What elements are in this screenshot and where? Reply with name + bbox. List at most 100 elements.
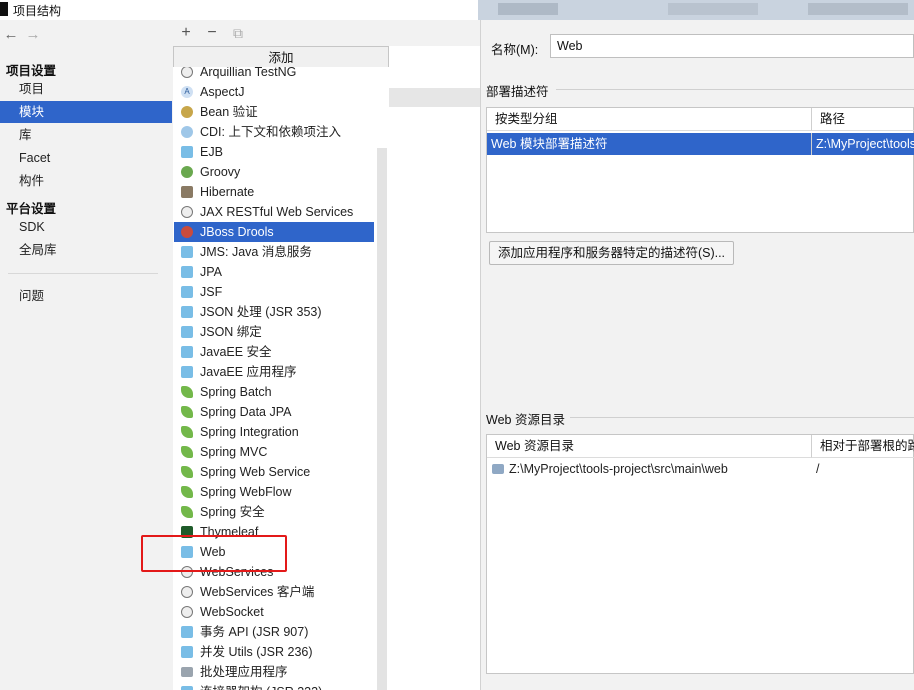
resource-row-dir[interactable]: Z:\MyProject\tools-project\src\main\web: [487, 458, 812, 480]
popup-item[interactable]: JSON 绑定: [174, 322, 374, 342]
popup-item[interactable]: 批处理应用程序: [174, 662, 374, 682]
cdi-icon: [181, 126, 193, 138]
popup-item-label: Spring 安全: [200, 505, 265, 519]
remove-icon[interactable]: −: [203, 24, 221, 42]
popup-item-label: JavaEE 应用程序: [200, 365, 297, 379]
section-project-settings: 项目设置: [6, 64, 57, 78]
popup-item-label: JSON 处理 (JSR 353): [200, 305, 322, 319]
add-icon[interactable]: +: [177, 24, 195, 42]
popup-item[interactable]: Hibernate: [174, 182, 374, 202]
bean-icon: [181, 106, 193, 118]
sidebar-item-modules[interactable]: 模块: [0, 101, 172, 123]
background-window: [478, 0, 914, 20]
popup-item[interactable]: JMS: Java 消息服务: [174, 242, 374, 262]
popup-item-label: 并发 Utils (JSR 236): [200, 645, 313, 659]
popup-item[interactable]: Spring Data JPA: [174, 402, 374, 422]
sidebar-item-problems[interactable]: 问题: [0, 285, 172, 307]
sidebar-item-artifacts[interactable]: 构件: [0, 170, 172, 192]
add-popup-list: Arquillian TestNG A AspectJ Bean 验证 CDI: 上下文…: [174, 62, 374, 690]
popup-item[interactable]: CDI: 上下文和依赖项注入: [174, 122, 374, 142]
forward-arrow-icon[interactable]: →: [22, 26, 44, 43]
popup-item[interactable]: WebSocket: [174, 602, 374, 622]
popup-item-label: CDI: 上下文和依赖项注入: [200, 125, 341, 139]
copy-icon[interactable]: ⧉: [229, 24, 247, 42]
popup-item[interactable]: Spring Batch: [174, 382, 374, 402]
spring-icon: [181, 486, 193, 498]
jpa-icon: [181, 266, 193, 278]
spring-icon: [181, 506, 193, 518]
spring-icon: [181, 386, 193, 398]
deploy-row-type[interactable]: Web 模块部署描述符: [487, 133, 812, 155]
popup-item[interactable]: EJB: [174, 142, 374, 162]
jsf-icon: [181, 286, 193, 298]
table-header-path[interactable]: 路径: [812, 108, 914, 131]
folder-icon: [492, 464, 504, 474]
popup-item[interactable]: 连接器架构 (JSR 322): [174, 682, 374, 690]
jms-icon: [181, 246, 193, 258]
popup-item[interactable]: Spring Integration: [174, 422, 374, 442]
spring-icon: [181, 426, 193, 438]
popup-item-label: 批处理应用程序: [200, 665, 288, 679]
resource-row-relative-path[interactable]: /: [812, 458, 914, 480]
spring-icon: [181, 406, 193, 418]
back-arrow-icon[interactable]: ←: [0, 26, 22, 43]
popup-item[interactable]: 并发 Utils (JSR 236): [174, 642, 374, 662]
popup-item[interactable]: Spring Web Service: [174, 462, 374, 482]
app-icon: [0, 2, 8, 16]
ejb-icon: [181, 146, 193, 158]
sidebar-item-libraries[interactable]: 库: [0, 124, 172, 146]
popup-item[interactable]: Spring 安全: [174, 502, 374, 522]
popup-item[interactable]: JAX RESTful Web Services: [174, 202, 374, 222]
popup-scrollbar[interactable]: [377, 148, 387, 690]
popup-item-label: 事务 API (JSR 907): [200, 625, 309, 639]
popup-item[interactable]: JBoss Drools: [174, 222, 374, 242]
popup-item[interactable]: Spring WebFlow: [174, 482, 374, 502]
spring-icon: [181, 466, 193, 478]
settings-sidebar: ← → 项目设置 项目 模块 库 Facet 构件 平台设置 SDK 全局库 问题: [0, 20, 174, 690]
popup-item-label: WebServices 客户端: [200, 585, 315, 599]
section-divider: [570, 417, 914, 418]
popup-item-label: JPA: [200, 265, 222, 279]
popup-item-label: JMS: Java 消息服务: [200, 245, 312, 259]
popup-item[interactable]: A AspectJ: [174, 82, 374, 102]
deploy-row-path[interactable]: Z:\MyProject\tools-project\src\main\web\…: [812, 133, 914, 155]
popup-item-label: Groovy: [200, 165, 241, 179]
globe-icon: [181, 606, 193, 618]
sidebar-item-facet[interactable]: Facet: [0, 147, 172, 169]
module-tree: [389, 46, 480, 690]
popup-item-label: AspectJ: [200, 85, 245, 99]
resource-dir-path: Z:\MyProject\tools-project\src\main\web: [509, 462, 728, 476]
popup-item-label: JBoss Drools: [200, 225, 274, 239]
popup-item[interactable]: JavaEE 安全: [174, 342, 374, 362]
json-icon: [181, 306, 193, 318]
javaee-icon: [181, 366, 193, 378]
nav-arrows: ← →: [0, 26, 44, 43]
sidebar-item-global-libraries[interactable]: 全局库: [0, 239, 172, 261]
popup-item[interactable]: JSON 处理 (JSR 353): [174, 302, 374, 322]
add-server-descriptor-button[interactable]: 添加应用程序和服务器特定的描述符(S)...: [489, 241, 734, 265]
javaee-icon: [181, 686, 193, 690]
module-name-input[interactable]: Web: [550, 34, 914, 58]
drools-icon: [181, 226, 193, 238]
groovy-icon: [181, 166, 193, 178]
popup-item[interactable]: 事务 API (JSR 907): [174, 622, 374, 642]
table-header-group-by-type[interactable]: 按类型分组: [487, 108, 812, 131]
table-header-web-resource-dir[interactable]: Web 资源目录: [487, 435, 812, 458]
popup-item[interactable]: JSF: [174, 282, 374, 302]
deploy-descriptor-section-title: 部署描述符: [486, 85, 549, 99]
aspectj-icon: A: [181, 86, 193, 98]
spring-icon: [181, 446, 193, 458]
popup-item-label: JAX RESTful Web Services: [200, 205, 354, 219]
popup-item[interactable]: WebServices 客户端: [174, 582, 374, 602]
sidebar-item-sdk[interactable]: SDK: [0, 216, 172, 238]
table-header-relative-path[interactable]: 相对于部署根的路径: [812, 435, 914, 458]
module-tree-row[interactable]: [389, 88, 480, 107]
popup-item[interactable]: Groovy: [174, 162, 374, 182]
popup-item[interactable]: Spring MVC: [174, 442, 374, 462]
popup-item[interactable]: Bean 验证: [174, 102, 374, 122]
sidebar-item-project[interactable]: 项目: [0, 78, 172, 100]
add-popup-header: 添加: [173, 46, 389, 67]
web-resource-section-title: Web 资源目录: [486, 413, 565, 427]
popup-item[interactable]: JavaEE 应用程序: [174, 362, 374, 382]
popup-item[interactable]: JPA: [174, 262, 374, 282]
